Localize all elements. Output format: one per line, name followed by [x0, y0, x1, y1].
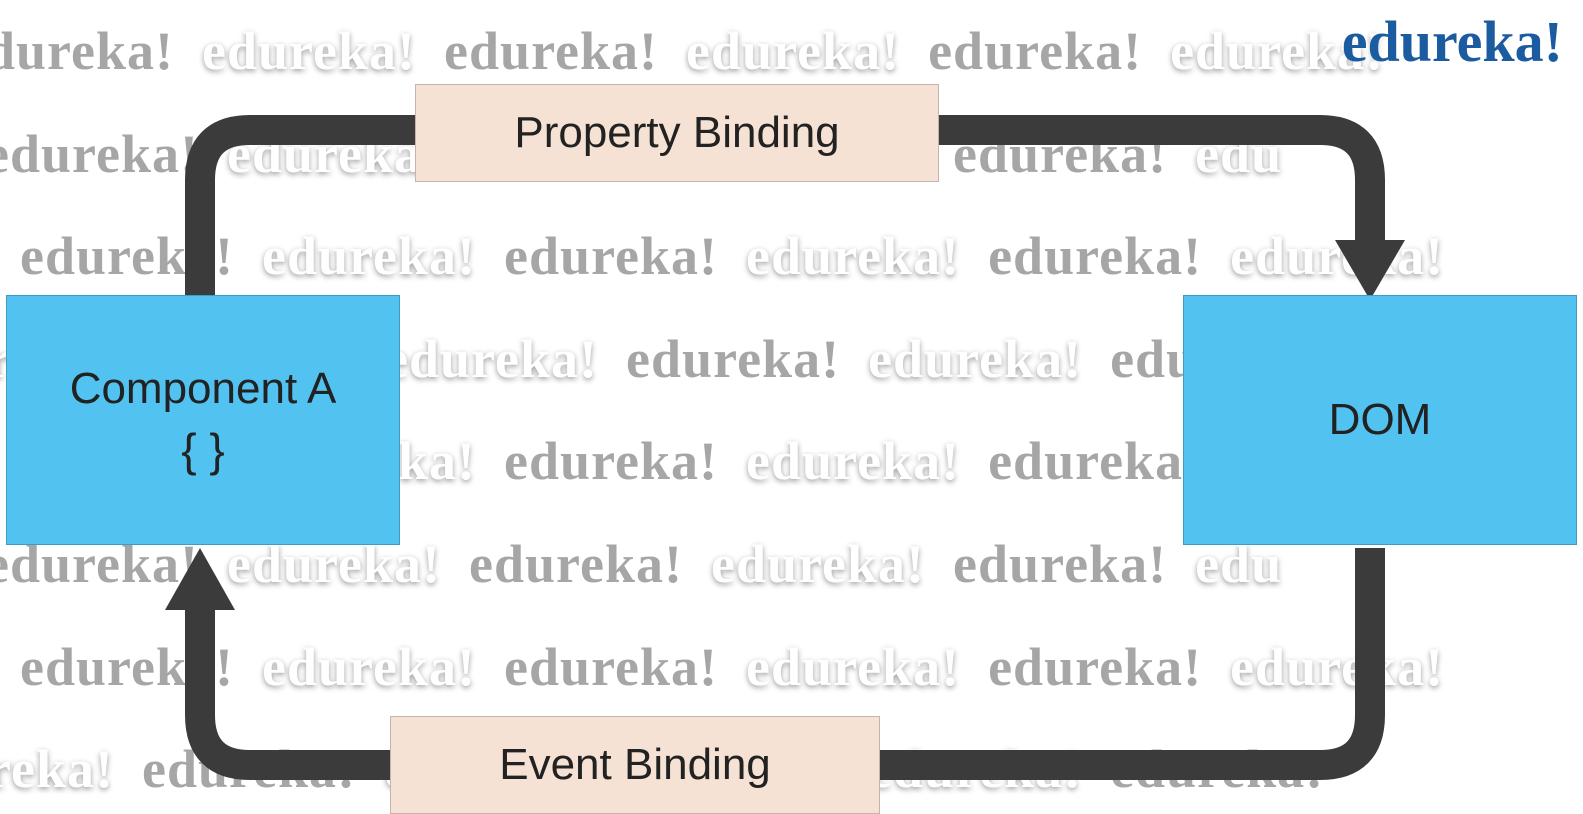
diagram: edureka! Component A { } DOM Property Bi…: [0, 0, 1583, 814]
dom-box: DOM: [1183, 295, 1577, 545]
arrowhead-left-icon: [165, 548, 235, 610]
arrowhead-right-icon: [1335, 240, 1405, 300]
brand-logo: edureka!: [1342, 8, 1563, 75]
component-box: Component A { }: [6, 295, 400, 545]
component-box-braces: { }: [181, 422, 225, 480]
dom-box-title: DOM: [1329, 395, 1432, 445]
property-binding-label: Property Binding: [415, 84, 939, 182]
property-binding-text: Property Binding: [514, 108, 839, 158]
event-binding-label: Event Binding: [390, 716, 880, 814]
component-box-title: Component A: [70, 361, 337, 416]
event-binding-text: Event Binding: [499, 740, 771, 790]
